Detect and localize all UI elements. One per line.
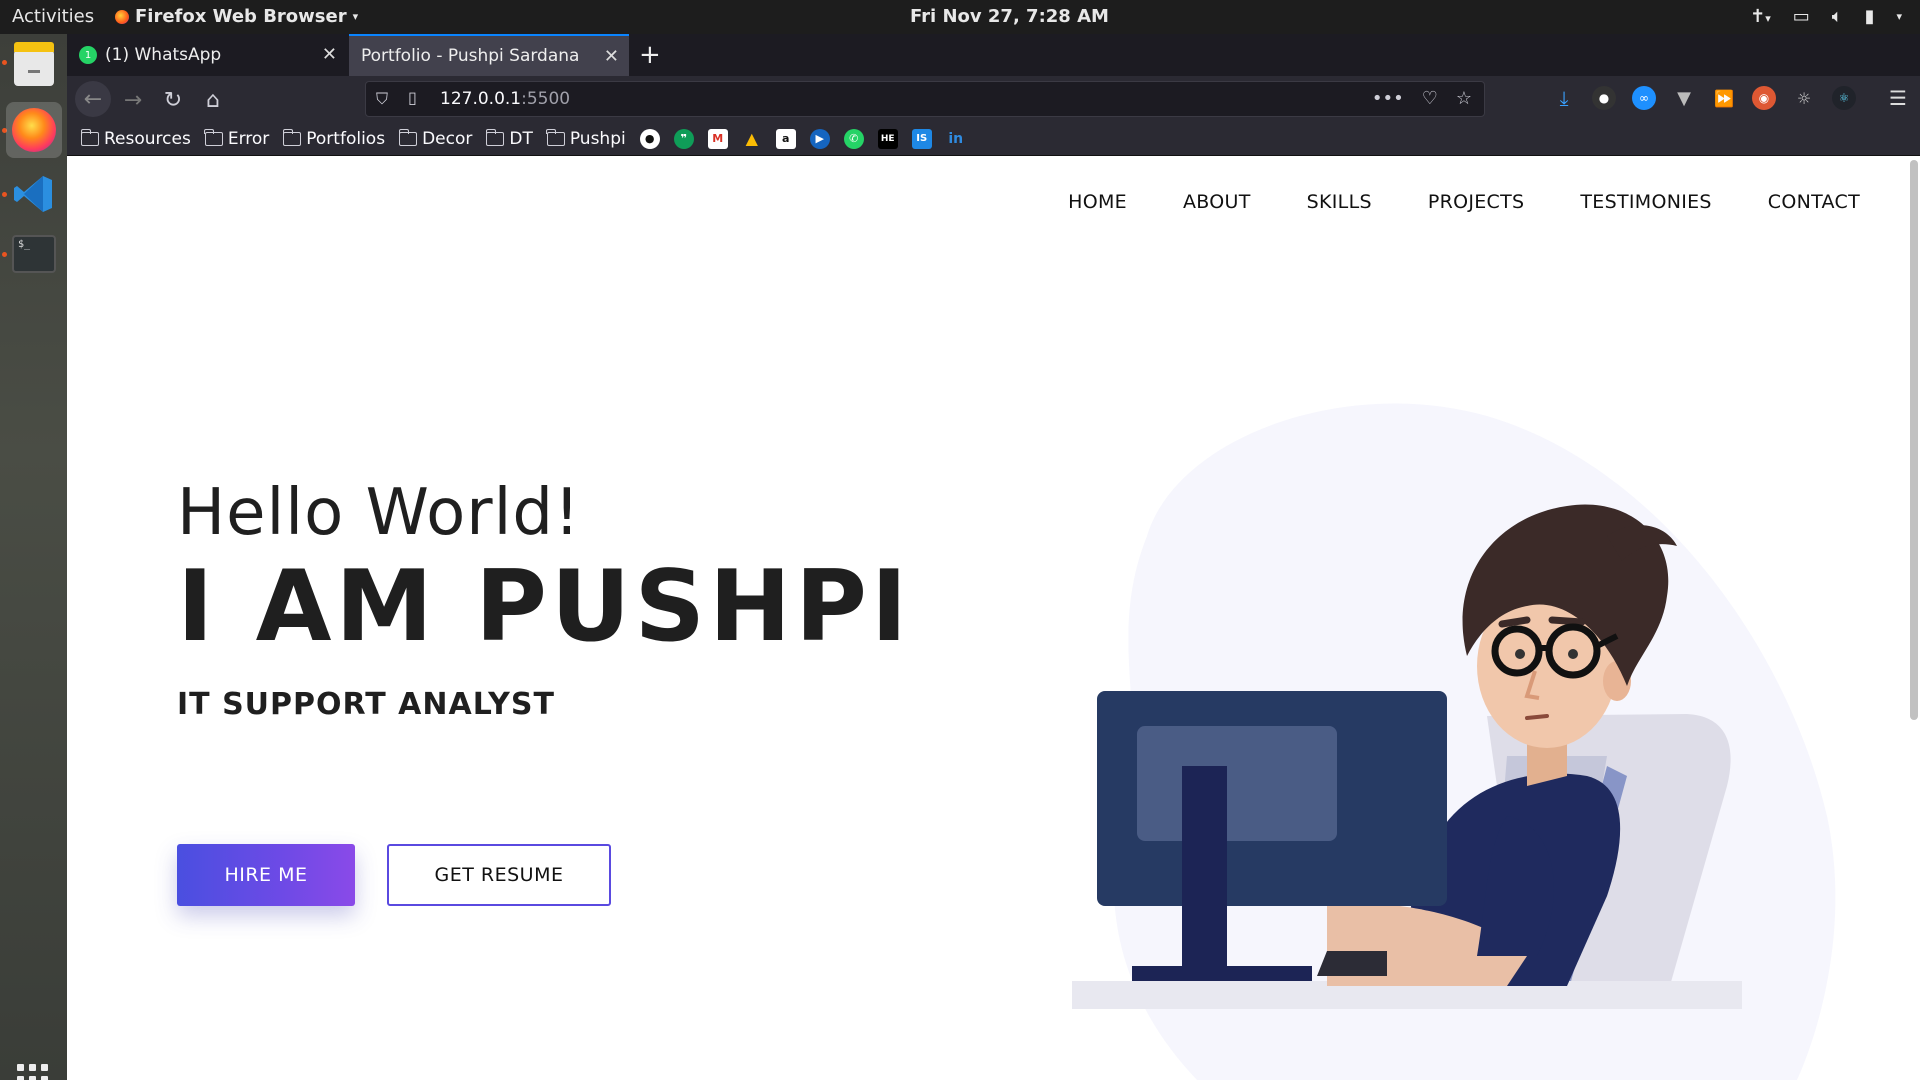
nav-contact[interactable]: CONTACT — [1768, 191, 1860, 213]
folder-icon — [546, 128, 565, 146]
bookmark-folder[interactable]: Resources — [80, 128, 191, 149]
folder-icon — [398, 128, 418, 146]
nav-skills[interactable]: SKILLS — [1307, 191, 1372, 213]
page-viewport: HOME ABOUT SKILLS PROJECTS TESTIMONIES C… — [67, 156, 1920, 1080]
amazon-icon[interactable]: a — [775, 128, 796, 149]
bookmark-folder[interactable]: DT — [485, 128, 533, 149]
system-top-bar: Activities Firefox Web Browser ▾ Fri Nov… — [0, 0, 1920, 34]
hackerearth-icon[interactable]: HE — [877, 128, 898, 149]
close-icon[interactable]: ✕ — [322, 44, 337, 65]
reload-button[interactable]: ↻ — [157, 84, 189, 116]
bookmark-folder[interactable]: Pushpi — [546, 128, 626, 149]
hero-greeting: Hello World! — [177, 476, 581, 550]
screen-icon[interactable]: ▭ — [1793, 6, 1810, 27]
folder-icon — [204, 128, 223, 146]
bookmark-star-icon[interactable]: ☆ — [1456, 88, 1472, 109]
bookmark-folder[interactable]: Error — [204, 128, 269, 149]
app-menu-label: Firefox Web Browser — [135, 6, 347, 27]
back-button[interactable]: ← — [75, 81, 111, 117]
extensions-area: ⤓ ● ∞ ▼ ⏩ ◉ ☼ ⚛ ☰ — [1552, 86, 1910, 110]
firefox-launcher[interactable] — [6, 102, 62, 158]
app-menu[interactable]: Firefox Web Browser ▾ — [115, 6, 358, 27]
navigation-toolbar: ← → ↻ ⌂ ⛉ ▯ 127.0.0.1:5500 ••• ♡ ☆ ⤓ ● ∞… — [67, 76, 1920, 122]
get-resume-button[interactable]: GET RESUME — [387, 844, 611, 906]
page-scrollbar[interactable] — [1910, 160, 1918, 720]
whatsapp-icon[interactable]: ✆ — [843, 128, 864, 149]
pocket-icon[interactable]: ♡ — [1422, 88, 1438, 109]
shield-icon[interactable]: ⛉ — [376, 89, 388, 109]
hero-role: IT SUPPORT ANALYST — [177, 686, 555, 722]
hero-text: Hello World! I AM PUSHPI IT SUPPORT ANAL… — [177, 476, 911, 722]
nav-testimonies[interactable]: TESTIMONIES — [1580, 191, 1711, 213]
folder-icon — [80, 128, 99, 146]
show-applications-button[interactable] — [17, 1064, 49, 1080]
extension-dark-icon[interactable]: ● — [1592, 86, 1616, 110]
nav-projects[interactable]: PROJECTS — [1428, 191, 1525, 213]
files-launcher[interactable] — [6, 40, 62, 96]
vscode-icon — [14, 176, 52, 212]
react-devtools-icon[interactable]: ⚛ — [1832, 86, 1856, 110]
whatsapp-icon: 1 — [79, 46, 97, 64]
extension-infinity-icon[interactable]: ∞ — [1632, 86, 1656, 110]
play-icon[interactable]: ▶ — [809, 128, 830, 149]
folder-icon — [282, 128, 302, 146]
drive-icon[interactable]: ▲ — [742, 129, 762, 149]
page-icon[interactable]: ▯ — [408, 88, 417, 107]
nav-home[interactable]: HOME — [1068, 191, 1127, 213]
site-navigation: HOME ABOUT SKILLS PROJECTS TESTIMONIES C… — [1068, 191, 1860, 213]
menu-icon[interactable]: ☰ — [1886, 86, 1910, 110]
download-icon[interactable]: ⤓ — [1552, 86, 1576, 110]
vscode-launcher[interactable] — [6, 166, 62, 222]
duckduckgo-icon[interactable]: ◉ — [1752, 86, 1776, 110]
files-icon — [14, 42, 54, 86]
accessibility-icon[interactable]: ✝︎▾ — [1750, 6, 1771, 27]
extension-bulb-icon[interactable]: ☼ — [1792, 86, 1816, 110]
tab-label: Portfolio - Pushpi Sardana — [361, 46, 580, 66]
new-tab-button[interactable]: + — [639, 40, 661, 70]
tab-bar: 1 (1) WhatsApp ✕ Portfolio - Pushpi Sard… — [67, 34, 1920, 76]
more-actions-icon[interactable]: ••• — [1372, 88, 1404, 109]
bookmark-folder[interactable]: Portfolios — [282, 128, 385, 149]
github-icon[interactable]: ● — [639, 128, 660, 149]
hero-buttons: HIRE ME GET RESUME — [177, 844, 611, 906]
volume-icon[interactable]: 🔈︎ — [1832, 6, 1843, 27]
system-tray[interactable]: ✝︎▾ ▭ 🔈︎ ▮ ▾ — [1750, 6, 1902, 27]
terminal-icon: $_ — [12, 235, 56, 273]
firefox-icon — [12, 108, 56, 152]
developer-illustration — [1072, 403, 1836, 1080]
extension-vue-icon[interactable]: ▼ — [1672, 86, 1696, 110]
home-button[interactable]: ⌂ — [197, 84, 229, 116]
clock[interactable]: Fri Nov 27, 7:28 AM — [910, 6, 1109, 27]
url-bar[interactable]: ⛉ ▯ 127.0.0.1:5500 ••• ♡ ☆ — [365, 81, 1485, 117]
hangouts-icon[interactable]: ❞ — [673, 128, 694, 149]
gmail-icon[interactable]: M — [707, 128, 728, 149]
chevron-down-icon[interactable]: ▾ — [1896, 10, 1902, 23]
terminal-launcher[interactable]: $_ — [6, 226, 62, 282]
folder-icon — [485, 128, 505, 146]
dock: $_ — [0, 34, 67, 1080]
extension-forward-icon[interactable]: ⏩ — [1712, 86, 1736, 110]
bookmark-folder[interactable]: Decor — [398, 128, 472, 149]
tab-label: (1) WhatsApp — [105, 45, 222, 65]
url-text[interactable]: 127.0.0.1:5500 — [440, 89, 570, 109]
tab-whatsapp[interactable]: 1 (1) WhatsApp ✕ — [67, 34, 347, 76]
battery-icon[interactable]: ▮ — [1865, 6, 1875, 27]
forward-button[interactable]: → — [117, 84, 149, 116]
hire-me-button[interactable]: HIRE ME — [177, 844, 355, 906]
tab-portfolio[interactable]: Portfolio - Pushpi Sardana ✕ — [349, 34, 629, 76]
close-icon[interactable]: ✕ — [604, 46, 619, 67]
is-icon[interactable]: IS — [911, 128, 932, 149]
linkedin-icon[interactable]: in — [946, 129, 966, 149]
hero-name: I AM PUSHPI — [177, 550, 912, 664]
firefox-icon — [115, 9, 129, 24]
activities-button[interactable]: Activities — [12, 6, 94, 27]
nav-about[interactable]: ABOUT — [1183, 191, 1251, 213]
chevron-down-icon: ▾ — [352, 10, 359, 23]
firefox-window: 1 (1) WhatsApp ✕ Portfolio - Pushpi Sard… — [67, 34, 1920, 1080]
bookmarks-toolbar: Resources Error Portfolios Decor DT Push… — [67, 122, 1920, 156]
